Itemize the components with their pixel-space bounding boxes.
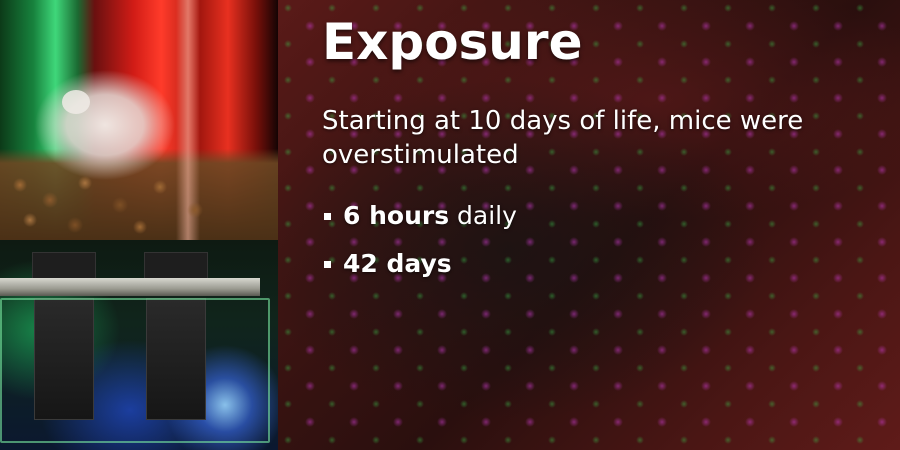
bullet-item-days: 42 days xyxy=(324,240,517,288)
slide-title: Exposure xyxy=(322,13,583,71)
food-pellets xyxy=(0,165,278,240)
bullet-item-hours: 6 hours daily xyxy=(324,192,517,240)
bullet-square-icon xyxy=(324,212,331,220)
content-area: Exposure Starting at 10 days of life, mi… xyxy=(278,0,900,450)
slide: Exposure Starting at 10 days of life, mi… xyxy=(0,0,900,450)
bullet-bold-text: 42 days xyxy=(343,249,452,278)
lead-text: Starting at 10 days of life, mice were o… xyxy=(322,106,804,170)
bullet-rest-text: daily xyxy=(449,201,517,230)
mounting-rail xyxy=(0,278,260,296)
bullet-list: 6 hours daily 42 days xyxy=(324,192,517,288)
mouse-ear xyxy=(62,90,90,114)
cage-edge xyxy=(0,298,270,443)
bullet-bold-text: 6 hours xyxy=(343,201,450,230)
mouse-in-cage-photo xyxy=(0,0,278,240)
speaker-rig-photo xyxy=(0,240,278,450)
bullet-square-icon xyxy=(324,260,331,268)
